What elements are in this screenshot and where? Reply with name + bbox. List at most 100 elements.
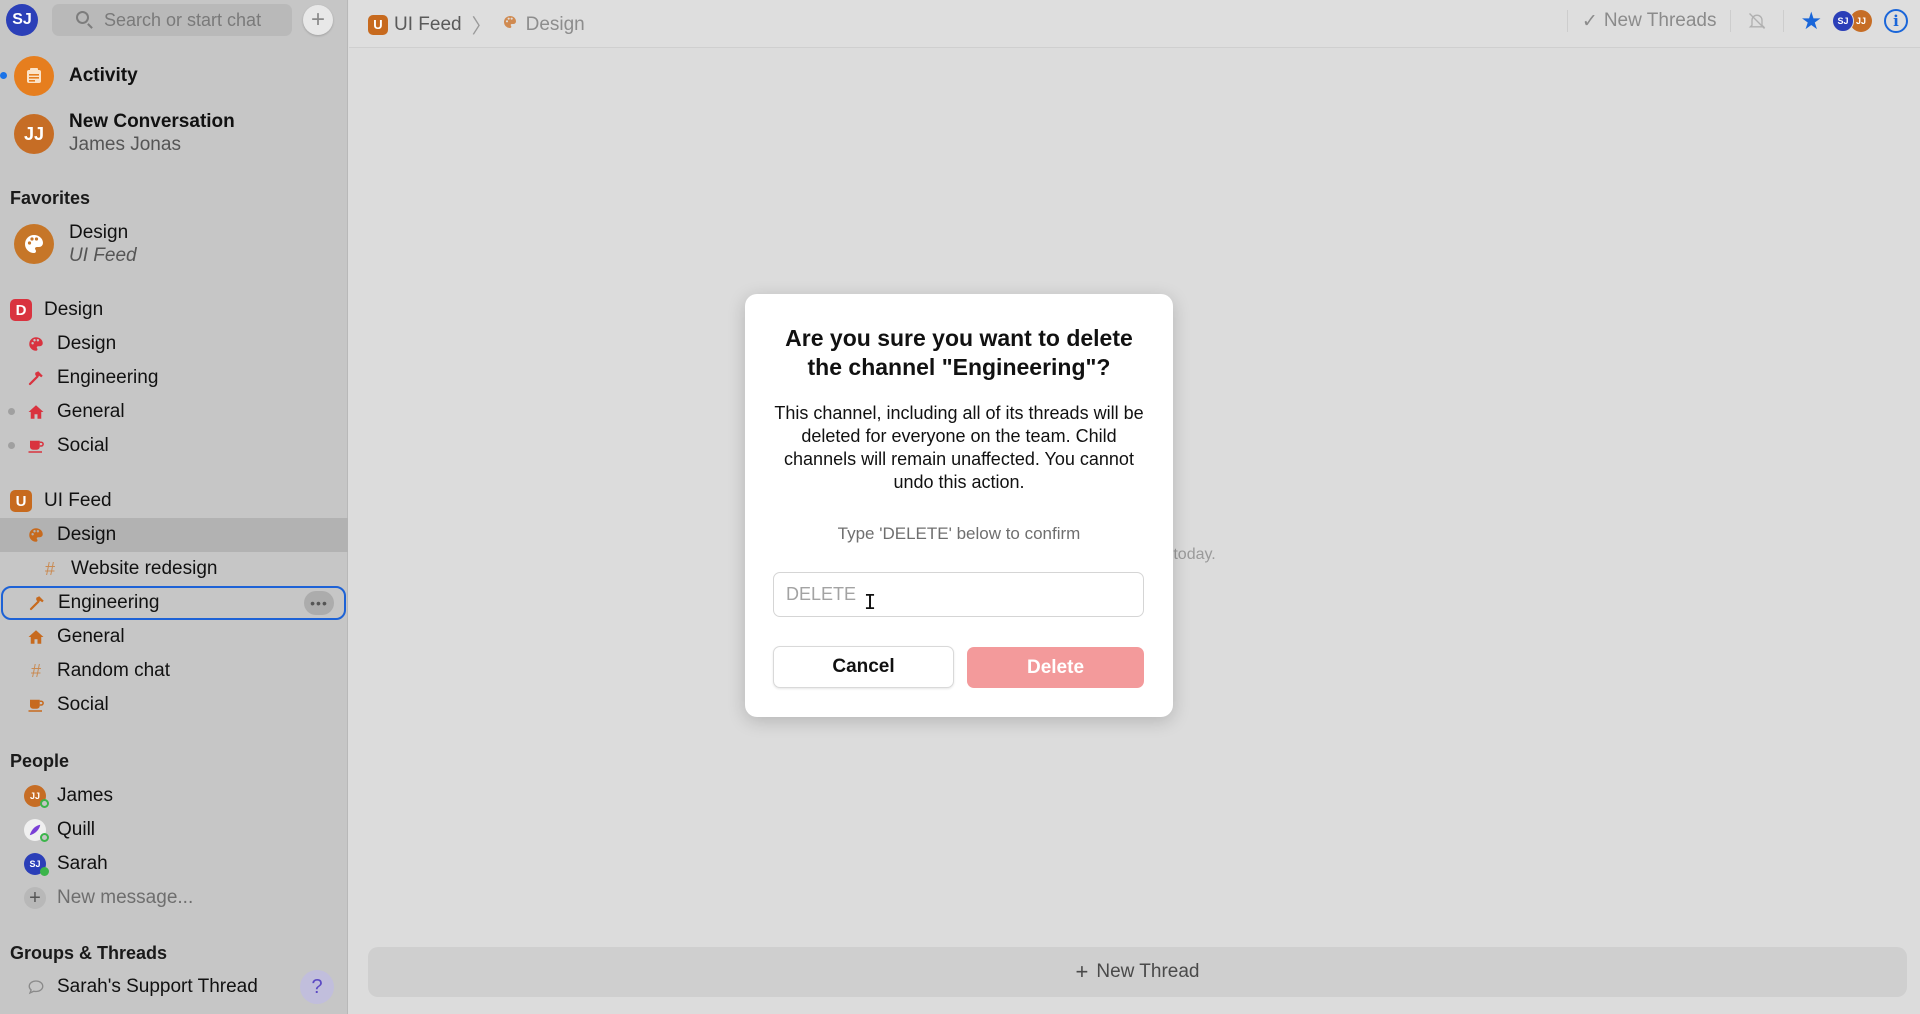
group-header-design[interactable]: D Design [10,296,103,324]
new-chat-button[interactable]: + [303,5,333,35]
palette-icon [14,224,54,264]
divider [1783,10,1785,32]
hash-icon: # [44,558,55,579]
star-icon[interactable]: ★ [1800,7,1822,36]
activity-dot [8,408,15,415]
sidebar-item-conversation[interactable]: JJ New Conversation James Jonas [0,108,348,158]
activity-label: Activity [69,65,138,86]
cup-icon [26,436,46,456]
person-name: Quill [57,819,96,840]
sidebar-item-random-chat[interactable]: # Random chat [0,654,348,688]
sidebar-item-website-redesign[interactable]: # Website redesign [0,552,348,586]
new-message-button[interactable]: + New message... [0,881,348,915]
bell-muted-icon[interactable] [1747,11,1767,31]
new-message-label: New message... [57,887,194,908]
palette-icon [502,14,518,35]
info-icon[interactable]: i [1884,9,1908,33]
conversation-subtitle: James Jonas [69,134,181,155]
breadcrumb-ui-feed[interactable]: UI Feed [394,14,462,36]
activity-dot [8,442,15,449]
channel-header: U UI Feed 〉 Design ✓ New Threads ★ JJ SJ… [349,0,1920,48]
dialog-body: This channel, including all of its threa… [774,403,1144,492]
people-heading: People [10,751,70,771]
member-avatars[interactable]: JJ SJ [1832,10,1872,32]
more-options-button[interactable]: ••• [304,591,334,615]
channel-label: General [57,626,125,647]
activity-icon [14,56,54,96]
confirm-hint: Type 'DELETE' below to confirm [837,524,1081,543]
favorites-heading: Favorites [10,188,91,208]
sidebar-item-ui-feed-general[interactable]: General [0,620,348,654]
new-thread-label: New Thread [1096,961,1200,982]
divider [1730,10,1732,32]
group-badge-ui-feed: U [10,490,32,512]
status-away-indicator [40,799,49,808]
person-james[interactable]: JJ James [0,779,348,813]
sidebar-topbar: SJ Search or start chat + [0,0,347,42]
person-quill[interactable]: Quill [0,813,348,847]
thread-label: Sarah's Support Thread [57,976,258,997]
plus-icon: + [310,6,325,33]
sidebar-item-design-social[interactable]: Social [0,429,348,463]
layout-compact-icon[interactable] [1529,11,1547,31]
delete-button[interactable]: Delete [967,647,1144,688]
thread-item-sarah-support[interactable]: Sarah's Support Thread ? [0,970,348,1004]
sidebar-item-activity[interactable]: Activity [0,50,348,100]
header-toolbar: ✓ New Threads ★ JJ SJ i [1443,0,1920,42]
conversation-avatar: JJ [14,114,54,154]
hammer-icon [26,368,46,388]
chevron-right-icon: 〉 [471,16,492,38]
plus-icon: + [1075,959,1089,984]
sidebar-item-design-general[interactable]: General [0,395,348,429]
speech-bubble-icon [26,977,46,997]
cancel-button[interactable]: Cancel [773,646,954,688]
breadcrumb-design: Design [525,13,585,35]
layout-list-icon[interactable] [1491,11,1509,31]
confirm-delete-input[interactable] [773,572,1144,617]
divider [1566,10,1568,32]
palette-icon [26,525,46,545]
person-name: James [57,785,113,806]
person-sarah[interactable]: SJ Sarah [0,847,348,881]
channel-label: Design [57,333,117,354]
house-icon [26,402,46,422]
channel-label: Random chat [57,660,171,681]
hash-icon: # [30,660,41,681]
channel-label: Design [57,524,117,545]
channel-label: Engineering [58,592,160,613]
search-icon [76,11,89,24]
channel-label: Social [57,435,109,456]
sidebar-item-ui-feed-design[interactable]: Design [0,518,348,552]
cup-icon [26,695,46,715]
search-placeholder: Search or start chat [104,9,262,30]
delete-channel-dialog: Are you sure you want to delete the chan… [745,294,1173,717]
sidebar-item-design-design[interactable]: Design [0,327,348,361]
group-badge-design: D [10,299,32,321]
favorite-title: Design [69,222,129,243]
palette-icon [26,334,46,354]
status-away-indicator [40,833,49,842]
ui-feed-badge-icon: U [368,14,388,35]
checkmark-icon: ✓ [1581,10,1598,32]
new-thread-button[interactable]: + New Thread [368,947,1907,997]
channel-label: Website redesign [71,558,218,579]
person-name: Sarah [57,853,108,874]
group-header-ui-feed[interactable]: U UI Feed [10,487,112,515]
sidebar-item-ui-feed-social[interactable]: Social [0,688,348,722]
text-cursor-icon: I [864,590,877,614]
sidebar-item-design-engineering[interactable]: Engineering [0,361,348,395]
plus-icon: + [24,887,46,909]
sidebar-item-ui-feed-engineering[interactable]: Engineering ••• [1,586,346,620]
unread-dot [0,72,7,79]
search-input[interactable]: Search or start chat [52,4,292,36]
breadcrumb: U UI Feed 〉 Design [368,10,585,39]
new-threads-filter[interactable]: ✓ New Threads [1582,10,1717,33]
help-button[interactable]: ? [300,970,334,1004]
channel-label: Engineering [57,367,159,388]
hammer-icon [27,593,47,613]
conversation-title: New Conversation [69,111,235,132]
layout-cards-icon[interactable] [1453,11,1471,31]
new-threads-label: New Threads [1603,10,1717,31]
favorite-item-design[interactable]: Design UI Feed [0,218,348,268]
user-avatar[interactable]: SJ [6,4,38,36]
